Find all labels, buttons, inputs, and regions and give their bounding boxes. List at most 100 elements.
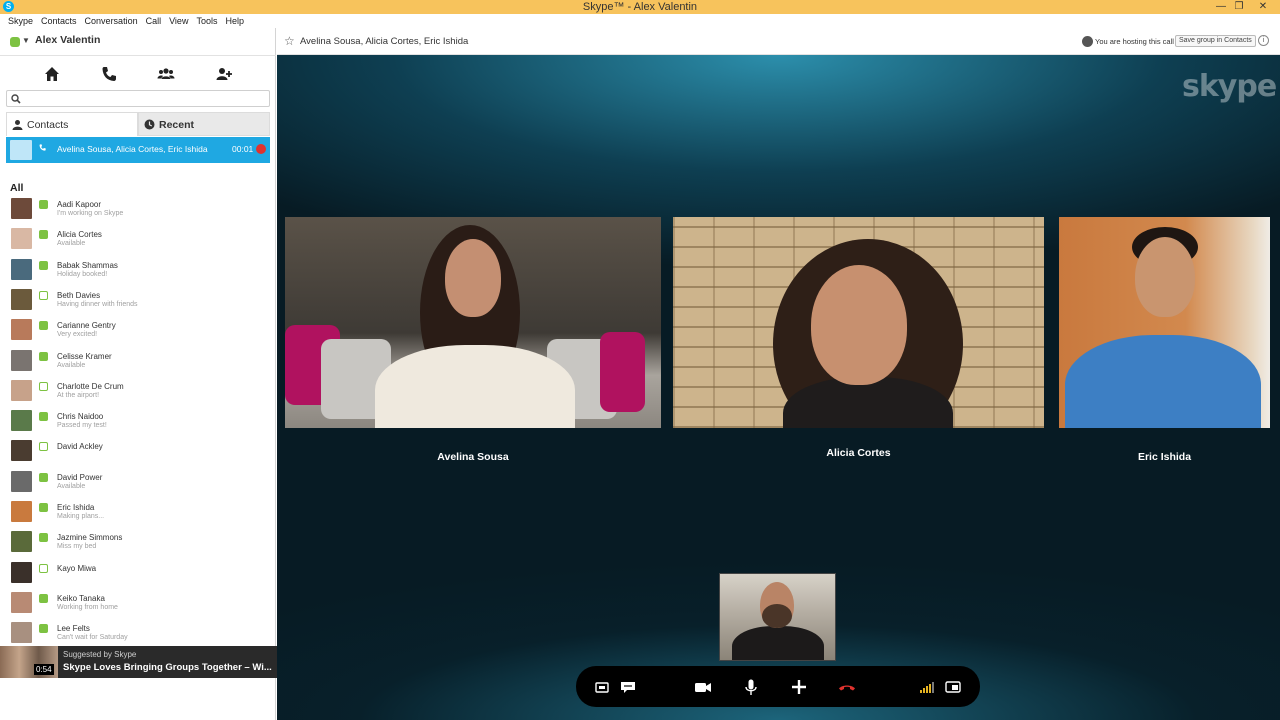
self-view-video[interactable] (719, 573, 836, 661)
menu-contacts[interactable]: Contacts (37, 14, 81, 28)
menu-view[interactable]: View (165, 14, 192, 28)
avatar (11, 622, 32, 643)
contact-list-item[interactable]: Chris Naidoo Passed my test! (0, 408, 276, 438)
tab-recent-label: Recent (159, 119, 195, 131)
presence-icon (39, 442, 48, 451)
contact-list-item[interactable]: Carianne Gentry Very excited! (0, 317, 276, 347)
sidebar: ▼ Alex Valentin Contacts Recent Avelina … (0, 28, 305, 720)
profile-name[interactable]: Alex Valentin (35, 34, 100, 46)
contact-list-item[interactable]: Babak Shammas Holiday booked! (0, 257, 276, 287)
menu-call[interactable]: Call (142, 14, 166, 28)
contact-list-item[interactable]: Keiko Tanaka Working from home (0, 590, 276, 620)
call-stage: skype Avelina Sousa Alicia Cortes Eric I… (277, 55, 1280, 720)
contact-list-item[interactable]: Kayo Miwa (0, 560, 276, 590)
conversation-title[interactable]: Avelina Sousa, Alicia Cortes, Eric Ishid… (300, 36, 468, 47)
minimize-button[interactable]: — (1213, 0, 1229, 14)
home-icon[interactable] (42, 64, 62, 84)
signal-icon[interactable] (917, 677, 937, 697)
presence-icon (39, 321, 48, 330)
active-call-item[interactable]: Avelina Sousa, Alicia Cortes, Eric Ishid… (6, 137, 270, 163)
restore-button[interactable]: ❐ (1231, 0, 1247, 14)
presence-icon (39, 230, 48, 239)
fullscreen-icon[interactable] (943, 677, 963, 697)
add-icon[interactable] (789, 677, 809, 697)
tab-recent[interactable]: Recent (138, 112, 270, 136)
video-icon[interactable] (693, 677, 713, 697)
contacts-group-icon[interactable] (156, 64, 176, 84)
avatar (11, 380, 32, 401)
person-body (375, 345, 575, 428)
presence-icon (39, 624, 48, 633)
chat-icon[interactable] (618, 677, 638, 697)
contact-list-item[interactable]: Aadi Kapoor I'm working on Skype (0, 196, 276, 226)
presence-icon (39, 412, 48, 421)
microphone-icon[interactable] (741, 677, 761, 697)
menu-help[interactable]: Help (221, 14, 248, 28)
title-bar: S Skype™ - Alex Valentin — ❐ ✕ (0, 0, 1280, 14)
suggestion-headline[interactable]: Skype Loves Bringing Groups Together – W… (63, 662, 275, 673)
contact-mood-message: Can't wait for Saturday (57, 634, 128, 641)
window-title: Skype™ - Alex Valentin (582, 1, 698, 13)
avatar (11, 501, 32, 522)
video-tile-avelina[interactable] (285, 217, 661, 428)
contact-list-item[interactable]: Beth Davies Having dinner with friends (0, 287, 276, 317)
avatar (11, 289, 32, 310)
skype-logo: skype (1182, 69, 1277, 104)
phone-icon[interactable] (99, 64, 119, 84)
hang-up-icon[interactable] (256, 144, 266, 154)
contact-mood-message: Making plans... (57, 513, 105, 520)
info-icon[interactable]: i (1258, 35, 1269, 46)
search-input[interactable] (25, 92, 265, 105)
contact-list-heading: All (10, 182, 24, 194)
show-dialpad-icon[interactable] (592, 677, 612, 697)
contact-list-item[interactable]: Jazmine Simmons Miss my bed (0, 529, 276, 559)
presence-icon (39, 352, 48, 361)
presence-status-icon[interactable] (10, 37, 20, 47)
contact-name: Babak Shammas (57, 261, 118, 270)
contact-mood-message: Very excited! (57, 331, 98, 338)
contact-name: Keiko Tanaka (57, 594, 105, 603)
favorite-star-icon[interactable]: ☆ (284, 34, 295, 48)
host-avatar-icon (1082, 36, 1093, 47)
video-tile-alicia[interactable] (673, 217, 1044, 428)
contact-list-item[interactable]: Eric Ishida Making plans... (0, 499, 276, 529)
profile-bar[interactable]: ▼ Alex Valentin (0, 28, 276, 56)
contact-list-item[interactable]: David Power Available (0, 469, 276, 499)
suggested-video-banner[interactable]: 0:54 Suggested by Skype Skype Loves Brin… (0, 646, 305, 678)
video-duration: 0:54 (34, 664, 54, 675)
avatar (11, 410, 32, 431)
search-box[interactable] (6, 90, 270, 107)
add-contact-icon[interactable] (214, 64, 234, 84)
call-controls (576, 666, 980, 707)
presence-icon (39, 533, 48, 542)
person-face (445, 239, 501, 317)
avatar (11, 562, 32, 583)
contact-name: Beth Davies (57, 291, 101, 300)
tab-contacts[interactable]: Contacts (6, 112, 138, 136)
close-window-button[interactable]: ✕ (1252, 0, 1274, 14)
video-tile-eric[interactable] (1059, 217, 1270, 428)
save-group-button[interactable]: Save group in Contacts (1175, 35, 1256, 47)
presence-icon (39, 564, 48, 573)
nav-icons (0, 60, 276, 88)
menu-tools[interactable]: Tools (192, 14, 221, 28)
contact-mood-message: I'm working on Skype (57, 210, 124, 217)
contact-list-item[interactable]: David Ackley (0, 438, 276, 468)
presence-icon (39, 382, 48, 391)
sidebar-tabs: Contacts Recent (6, 112, 270, 136)
avatar (11, 531, 32, 552)
conversation-header: ☆ Avelina Sousa, Alicia Cortes, Eric Ish… (277, 28, 1280, 55)
presence-icon (39, 200, 48, 209)
contact-mood-message: At the airport! (57, 392, 100, 399)
active-call-names: Avelina Sousa, Alicia Cortes, Eric Ishid… (57, 144, 208, 154)
contact-mood-message: Available (57, 362, 86, 369)
person-body (1065, 335, 1261, 428)
chevron-down-icon[interactable]: ▼ (22, 36, 30, 45)
contact-list-item[interactable]: Alicia Cortes Available (0, 226, 276, 256)
presence-icon (39, 291, 48, 300)
menu-conversation[interactable]: Conversation (81, 14, 142, 28)
menu-skype[interactable]: Skype (4, 14, 37, 28)
end-call-icon[interactable] (837, 677, 857, 697)
contact-list-item[interactable]: Charlotte De Crum At the airport! (0, 378, 276, 408)
contact-list-item[interactable]: Celisse Kramer Available (0, 348, 276, 378)
